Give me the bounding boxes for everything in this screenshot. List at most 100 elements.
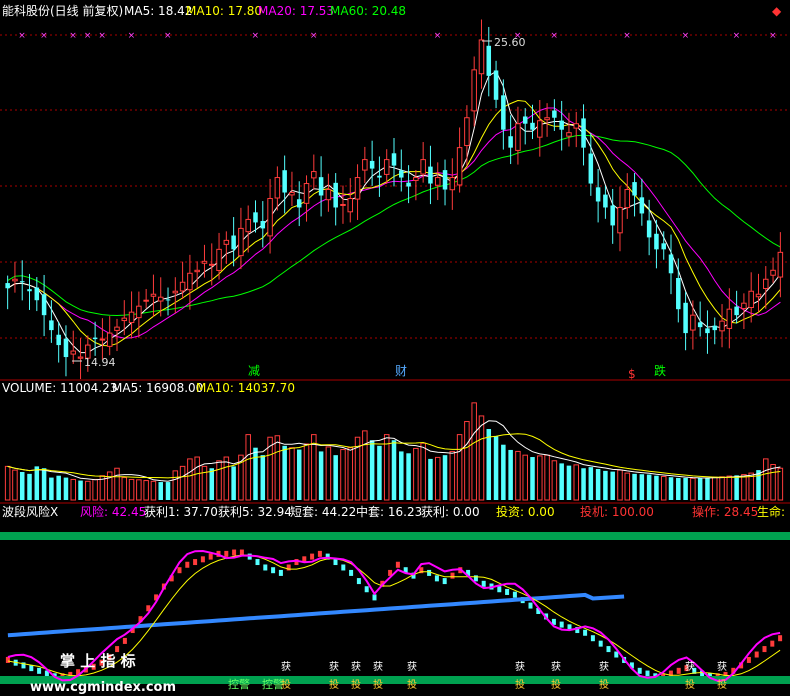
candle-body-down xyxy=(646,220,652,238)
indicator-bar xyxy=(505,588,510,595)
volume-bar-up xyxy=(456,434,463,501)
volume-bar-down xyxy=(41,468,47,500)
tag-profit: 获 xyxy=(685,661,695,673)
volume-bar-down xyxy=(442,455,448,500)
high-price-label: 25.60 xyxy=(494,36,526,49)
volume-bar-up xyxy=(4,465,11,501)
ma20-legend: MA20: 17.53 xyxy=(258,4,334,18)
indicator-bar xyxy=(497,586,502,593)
profit-value: 获利: 0.00 xyxy=(421,505,480,519)
indicator-bar xyxy=(614,651,619,658)
volume-bar-down xyxy=(165,482,171,500)
candle-body-down xyxy=(581,118,586,148)
volume-bar-up xyxy=(362,430,368,501)
volume-bar-up xyxy=(194,456,200,501)
candle-body-up xyxy=(216,248,222,271)
top-x-marker: × xyxy=(164,31,172,41)
candle-body-up xyxy=(624,189,631,209)
volume-bar-down xyxy=(209,468,215,500)
top-markers: × × × × × × × × × × × × × × × × xyxy=(18,31,776,41)
candle-body-up xyxy=(128,311,135,324)
volume-bar-up xyxy=(216,460,222,501)
candle-body-up xyxy=(383,159,390,175)
candle-body-down xyxy=(603,194,608,208)
indicator-bar xyxy=(278,569,283,576)
indicator-bar xyxy=(263,564,268,571)
indicator-bar xyxy=(746,656,751,663)
volume-bar-down xyxy=(486,429,492,500)
volume-bar-down xyxy=(253,447,258,500)
candle-body-down xyxy=(49,320,54,331)
candle-body-down xyxy=(654,233,659,250)
volume-bar-up xyxy=(464,421,470,501)
volume-bar-up xyxy=(172,470,179,501)
invest-value: 投资: 0.00 xyxy=(496,504,555,519)
candle-body-up xyxy=(515,123,521,151)
candle-body-down xyxy=(508,136,513,148)
indicator-bar xyxy=(442,578,447,585)
volume-bar-up xyxy=(777,467,784,501)
candle-body-up xyxy=(121,317,128,322)
tag-invest: 投 xyxy=(717,678,727,691)
volume-bar-down xyxy=(318,451,324,500)
volume-bar-down xyxy=(683,477,688,500)
profit5-value: 获利5: 32.94 xyxy=(218,505,292,519)
ma5-line xyxy=(7,70,781,354)
candle-body-down xyxy=(318,177,324,196)
volume-bar-up xyxy=(748,472,754,501)
candle-body-up xyxy=(289,192,295,196)
volume-bar-up xyxy=(573,464,580,501)
tag-invest: 投 xyxy=(599,678,609,691)
indicator-bar xyxy=(481,580,486,587)
candle-body-up xyxy=(187,272,193,291)
volume-bar-up xyxy=(325,446,332,501)
volume-bar-up xyxy=(449,450,456,501)
volume-bar-up xyxy=(719,476,725,501)
volume-bar-up xyxy=(741,474,747,501)
candle-body-down xyxy=(63,338,69,358)
tag-profit: 获 xyxy=(351,661,361,673)
signal-drop: 跌 xyxy=(654,363,666,378)
candle-body-up xyxy=(340,203,346,206)
indicator-bar xyxy=(341,564,346,571)
top-x-marker: × xyxy=(84,31,92,41)
candle-body-down xyxy=(486,45,492,76)
volume-bar-down xyxy=(493,436,499,500)
indicator-bar xyxy=(310,553,315,560)
volume-bar-down xyxy=(406,453,411,500)
candle-body-up xyxy=(741,302,747,310)
volume-bar-up xyxy=(187,458,193,501)
volume-bar-up xyxy=(121,477,128,501)
candle-body-up xyxy=(238,227,244,257)
tag-invest: 投 xyxy=(373,678,383,691)
volume-bar-down xyxy=(78,480,83,500)
indicator-bar xyxy=(395,561,400,568)
candle-body-down xyxy=(406,182,411,187)
volume-bar-down xyxy=(296,449,302,500)
top-x-marker: × xyxy=(98,31,106,41)
indicator-bar xyxy=(255,559,260,566)
candle-body-down xyxy=(661,243,666,250)
volume-bar-up xyxy=(274,435,281,501)
candle-body-down xyxy=(19,281,25,283)
candle-body-down xyxy=(253,212,258,223)
candle-body-down xyxy=(165,299,171,301)
tag-profit: 获 xyxy=(515,661,525,673)
volume-bar-up xyxy=(478,415,485,501)
top-x-marker: × xyxy=(769,31,777,41)
candle-body-down xyxy=(442,170,448,190)
candle-body-down xyxy=(683,302,688,334)
ma10-line xyxy=(7,99,781,347)
volume-bar-up xyxy=(537,455,543,501)
volume-bar-up xyxy=(624,472,631,501)
operate-value: 操作: 28.45 xyxy=(692,504,758,519)
indicator-bar xyxy=(434,575,439,582)
stock-chart: 能科股份(日线 前复权) MA5: 18.42 MA10: 17.80 MA20… xyxy=(0,3,790,695)
candle-body-up xyxy=(347,197,354,213)
candle-body-down xyxy=(428,166,433,184)
volume-bar-down xyxy=(333,455,338,500)
tag-control-1: 控警 xyxy=(228,677,250,691)
volume-bar-up xyxy=(136,479,142,501)
candle-body-down xyxy=(369,160,375,169)
indicator-bar xyxy=(590,635,595,642)
